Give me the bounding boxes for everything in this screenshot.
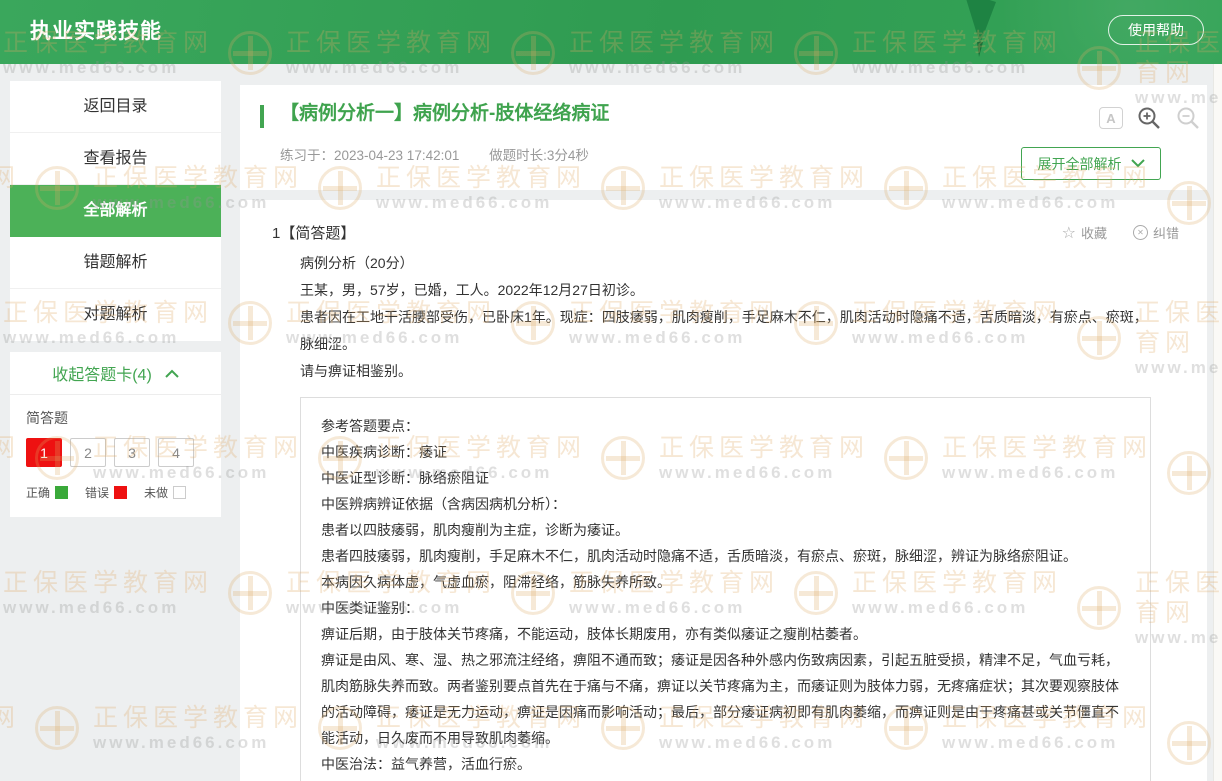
legend: 正确 错误 未做: [26, 484, 221, 501]
question-header: 1【简答题】 ☆ 收藏 ✕ 纠错: [272, 222, 1179, 243]
favorite-button[interactable]: ☆ 收藏: [1062, 223, 1107, 243]
exam-title: 【病例分析一】病例分析-肢体经络病证: [280, 98, 609, 125]
practice-meta: 练习于：2023-04-23 17:42:01 做题时长:3分4秒: [280, 144, 615, 164]
practice-duration: 做题时长:3分4秒: [489, 148, 589, 163]
pen-decoration-graphic: [928, 0, 1028, 64]
page: 执业实践技能 使用帮助 返回目录 查看报告 全部解析 错题解析 对题解析 收起答…: [0, 0, 1222, 781]
question-actions: ☆ 收藏 ✕ 纠错: [1062, 223, 1179, 243]
report-error-label: 纠错: [1153, 223, 1179, 242]
reference-answer-box: 参考答题要点： 中医疾病诊断：痿证 中医证型诊断：脉络瘀阻证 中医辨病辨证依据（…: [300, 397, 1151, 781]
page-title: 执业实践技能: [30, 0, 162, 64]
answer-paragraph: 中医类证鉴别：: [321, 595, 1130, 621]
answer-card-panel: 收起答题卡(4) 简答题 1 2 3 4 正确 错误 未做: [10, 352, 221, 517]
sidebar-item-return-catalog[interactable]: 返回目录: [10, 81, 221, 133]
answer-paragraph: 患者四肢痿弱，肌肉瘦削，手足麻木不仁，肌肉活动时隐痛不适，舌质暗淡，有瘀点、瘀斑…: [321, 543, 1130, 569]
circle-x-icon: ✕: [1133, 225, 1148, 240]
sidebar-item-correct-analysis[interactable]: 对题解析: [10, 289, 221, 341]
answer-card-toggle[interactable]: 收起答题卡(4): [10, 352, 221, 395]
question-heading: 1【简答题】: [272, 222, 355, 243]
title-accent-bar: [260, 105, 264, 128]
question-body: 病例分析（20分） 王某，男，57岁，已婚，工人。2022年12月27日初诊。 …: [300, 250, 1152, 781]
answer-paragraph: 本病因久病体虚，气虚血瘀，阻滞经络，筋脉失养所致。: [321, 569, 1130, 595]
question-nav-group: 1 2 3 4: [26, 438, 221, 467]
scrollbar-track[interactable]: [1213, 64, 1222, 781]
answer-paragraph: 痹证是由风、寒、湿、热之邪流注经络，痹阻不通而致；痿证是因各种外感内伤致病因素，…: [321, 647, 1130, 751]
legend-undone-swatch: [173, 486, 186, 499]
favorite-label: 收藏: [1081, 223, 1107, 242]
watermark-logo-icon: [35, 706, 79, 750]
expand-all-label: 展开全部解析: [1038, 154, 1122, 174]
question-paragraph: 请与痹证相鉴别。: [300, 358, 1152, 385]
answer-paragraph: 中医辨病辨证依据（含病因病机分析）：: [321, 491, 1130, 517]
answer-paragraph: 痹证后期，由于肢体关节疼痛，不能运动，肢体长期废用，亦有类似痿证之瘦削枯萎者。: [321, 621, 1130, 647]
practice-time: 练习于：2023-04-23 17:42:01: [280, 148, 459, 163]
question-nav-4[interactable]: 4: [158, 438, 194, 467]
answer-paragraph: 参考答题要点：: [321, 413, 1130, 439]
question-paragraph: 患者因在工地干活腰部受伤，已卧床1年。现症：四肢痿弱，肌肉瘦削，手足麻木不仁，肌…: [300, 304, 1152, 358]
legend-undone-label: 未做: [144, 484, 168, 501]
exam-header-card: 【病例分析一】病例分析-肢体经络病证 A 练习于：2023-04-23 17:4…: [240, 85, 1207, 190]
watermark: 正保医学教育网www.med66.com: [0, 568, 213, 618]
expand-all-button[interactable]: 展开全部解析: [1021, 147, 1161, 180]
chevron-down-icon: [1131, 159, 1145, 168]
zoom-in-icon[interactable]: [1136, 105, 1162, 131]
answer-paragraph: 中医治法：益气养营，活血行瘀。: [321, 751, 1130, 777]
legend-correct-swatch: [55, 486, 68, 499]
font-size-icon[interactable]: A: [1099, 107, 1123, 129]
watermark: 正保医学教育网www.med66.com: [0, 703, 20, 753]
chevron-up-icon: [165, 369, 179, 378]
answer-card-title: 收起答题卡(4): [52, 361, 152, 385]
question-card: 1【简答题】 ☆ 收藏 ✕ 纠错 病例分析（20分） 王某，男，57岁，已婚，工…: [240, 200, 1207, 781]
question-nav-1[interactable]: 1: [26, 438, 62, 467]
sidebar-item-all-analysis[interactable]: 全部解析: [10, 185, 221, 237]
header: 执业实践技能 使用帮助: [0, 0, 1222, 64]
help-button[interactable]: 使用帮助: [1108, 15, 1204, 45]
sidebar-menu: 返回目录 查看报告 全部解析 错题解析 对题解析: [10, 81, 221, 341]
legend-wrong-label: 错误: [85, 484, 109, 501]
answer-paragraph: 方剂名称：圣愈汤合补阳还五汤加减。: [321, 777, 1130, 781]
report-error-button[interactable]: ✕ 纠错: [1133, 223, 1179, 242]
zoom-out-icon[interactable]: [1175, 105, 1201, 131]
answer-paragraph: 中医疾病诊断：痿证: [321, 439, 1130, 465]
legend-correct-label: 正确: [26, 484, 50, 501]
answer-paragraph: 患者以四肢痿弱，肌肉瘦削为主症，诊断为痿证。: [321, 517, 1130, 543]
question-type: 【简答题】: [280, 225, 355, 242]
answer-paragraph: 中医证型诊断：脉络瘀阻证: [321, 465, 1130, 491]
view-tools: A: [1099, 105, 1201, 131]
question-type-label: 简答题: [26, 408, 221, 428]
legend-wrong-swatch: [114, 486, 127, 499]
question-paragraph: 病例分析（20分）: [300, 250, 1152, 277]
question-paragraph: 王某，男，57岁，已婚，工人。2022年12月27日初诊。: [300, 277, 1152, 304]
sidebar-item-wrong-analysis[interactable]: 错题解析: [10, 237, 221, 289]
question-nav-3[interactable]: 3: [114, 438, 150, 467]
star-icon: ☆: [1062, 223, 1076, 243]
question-nav-2[interactable]: 2: [70, 438, 106, 467]
sidebar-item-view-report[interactable]: 查看报告: [10, 133, 221, 185]
